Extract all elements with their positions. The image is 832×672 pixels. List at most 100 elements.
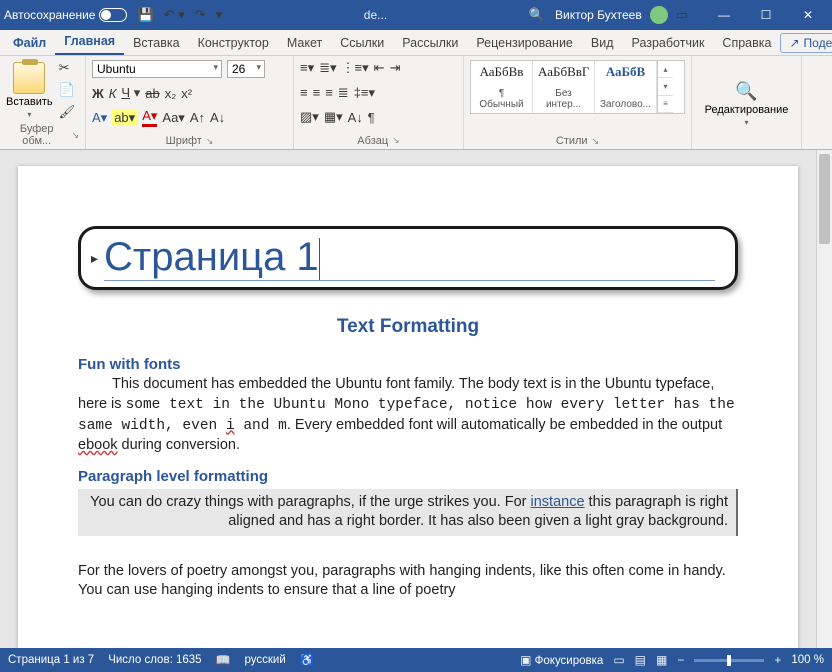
find-icon[interactable]: 🔍 (735, 81, 757, 102)
sort-button[interactable]: A↓ (348, 110, 363, 125)
styles-launcher-icon[interactable]: ↘ (592, 136, 600, 147)
tab-developer[interactable]: Разработчик (623, 31, 714, 55)
collapse-arrow-icon[interactable]: ▸ (91, 250, 98, 267)
para-launcher-icon[interactable]: ↘ (392, 135, 400, 146)
document-area[interactable]: ▸ Страница 1 Text Formatting Fun with fo… (0, 150, 816, 648)
status-page[interactable]: Страница 1 из 7 (8, 654, 94, 666)
focus-mode[interactable]: ▣ Фокусировка (520, 653, 603, 667)
grow-font-button[interactable]: A↑ (190, 110, 205, 125)
inc-indent-button[interactable]: ⇥ (390, 60, 401, 76)
maximize-button[interactable]: ☐ (746, 1, 786, 29)
vertical-scrollbar[interactable] (816, 150, 832, 648)
tab-file[interactable]: Файл (4, 31, 55, 55)
borders-button[interactable]: ▦▾ (324, 109, 343, 125)
paragraph-fonts[interactable]: This document has embedded the Ubuntu fo… (78, 375, 738, 455)
multilevel-button[interactable]: ⋮≡▾ (342, 60, 369, 76)
group-styles: АаБбВв¶ Обычный АаБбВвГБез интер... АаБб… (464, 56, 692, 149)
font-color-button[interactable]: A▾ (142, 108, 157, 127)
tab-layout[interactable]: Макет (278, 31, 331, 55)
tab-insert[interactable]: Вставка (124, 31, 188, 55)
heading-text-formatting[interactable]: Text Formatting (78, 316, 738, 338)
copy-icon[interactable]: 📄 (59, 82, 76, 98)
shading-button[interactable]: ▨▾ (300, 109, 319, 125)
status-words[interactable]: Число слов: 1635 (108, 654, 201, 666)
zoom-value[interactable]: 100 % (791, 654, 824, 666)
document-title: de... (222, 8, 529, 22)
print-layout-icon[interactable]: ▤ (635, 653, 646, 667)
format-painter-icon[interactable]: 🖌 (59, 104, 76, 120)
search-icon[interactable]: 🔍 (529, 7, 545, 23)
font-family-select[interactable]: Ubuntu (92, 60, 222, 78)
status-language[interactable]: русский (245, 654, 286, 666)
font-launcher-icon[interactable]: ↘ (206, 136, 214, 147)
highlight-button[interactable]: ab▾ (112, 110, 137, 126)
align-center-button[interactable]: ≡ (313, 85, 321, 100)
align-right-button[interactable]: ≡ (325, 85, 333, 100)
minimize-button[interactable]: — (704, 1, 744, 29)
zoom-slider[interactable] (694, 659, 764, 662)
tab-design[interactable]: Конструктор (189, 31, 278, 55)
quick-access-toolbar: 💾 ↶ ▾ ↷ ▾ (137, 7, 222, 23)
share-button[interactable]: ↗Поделиться (780, 33, 832, 53)
page-heading[interactable]: Страница 1 (104, 235, 715, 281)
title-heading-box[interactable]: ▸ Страница 1 (78, 226, 738, 290)
web-layout-icon[interactable]: ▦ (656, 653, 667, 667)
page[interactable]: ▸ Страница 1 Text Formatting Fun with fo… (18, 166, 798, 648)
show-marks-button[interactable]: ¶ (368, 110, 375, 125)
tab-references[interactable]: Ссылки (331, 31, 393, 55)
editing-label[interactable]: Редактирование (705, 104, 789, 116)
save-icon[interactable]: 💾 (137, 7, 153, 23)
tab-home[interactable]: Главная (55, 29, 124, 55)
paragraph-gray-box[interactable]: You can do crazy things with paragraphs,… (78, 489, 738, 536)
tab-view[interactable]: Вид (582, 31, 623, 55)
autosave-toggle[interactable]: Автосохранение (4, 8, 127, 22)
justify-button[interactable]: ≣ (338, 85, 349, 101)
subscript-button[interactable]: x₂ (165, 86, 177, 101)
change-case-button[interactable]: Aa▾ (162, 110, 184, 126)
heading-fun-fonts[interactable]: Fun with fonts (78, 356, 738, 373)
heading-para-formatting[interactable]: Paragraph level formatting (78, 468, 738, 485)
style-heading1[interactable]: АаБбВЗаголово... (595, 61, 657, 113)
font-size-select[interactable]: 26 (227, 60, 265, 78)
autosave-label: Автосохранение (4, 8, 95, 22)
ribbon: Вставить ▾ ✂ 📄 🖌 Буфер обм...↘ Ubuntu 26… (0, 56, 832, 150)
dec-indent-button[interactable]: ⇤ (374, 60, 385, 76)
underline-button[interactable]: Ч ▾ (121, 85, 140, 101)
avatar[interactable] (650, 6, 668, 24)
toggle-off-icon[interactable] (99, 8, 127, 22)
bullets-button[interactable]: ≡▾ (300, 60, 314, 76)
paragraph-poetry[interactable]: For the lovers of poetry amongst you, pa… (78, 562, 738, 601)
group-clipboard: Вставить ▾ ✂ 📄 🖌 Буфер обм...↘ (0, 56, 86, 149)
style-normal[interactable]: АаБбВв¶ Обычный (471, 61, 533, 113)
align-left-button[interactable]: ≡ (300, 85, 308, 100)
tab-mailings[interactable]: Рассылки (393, 31, 467, 55)
style-nospacing[interactable]: АаБбВвГБез интер... (533, 61, 595, 113)
title-right: Виктор Бухтеев ▭ — ☐ ✕ (555, 1, 828, 29)
styles-scroll[interactable]: ▴▾≡ (657, 61, 673, 113)
ribbon-tabs: Файл Главная Вставка Конструктор Макет С… (0, 30, 832, 56)
spell-icon[interactable]: 📖 (216, 653, 231, 667)
bold-button[interactable]: Ж (92, 86, 104, 101)
tab-review[interactable]: Рецензирование (467, 31, 582, 55)
scroll-thumb[interactable] (819, 154, 830, 244)
italic-button[interactable]: К (109, 86, 117, 101)
read-mode-icon[interactable]: ▭ (613, 653, 624, 667)
shrink-font-button[interactable]: A↓ (210, 110, 225, 125)
redo-icon[interactable]: ↷ (195, 7, 206, 23)
ribbon-display-icon[interactable]: ▭ (676, 7, 688, 23)
superscript-button[interactable]: x² (181, 86, 192, 101)
close-button[interactable]: ✕ (788, 1, 828, 29)
numbering-button[interactable]: ≣▾ (319, 60, 336, 76)
zoom-in-icon[interactable]: + (774, 653, 781, 667)
accessibility-icon[interactable]: ♿ (300, 653, 315, 667)
zoom-out-icon[interactable]: − (677, 653, 684, 667)
clipboard-launcher-icon[interactable]: ↘ (71, 130, 79, 141)
tab-help[interactable]: Справка (713, 31, 780, 55)
strike-button[interactable]: ab (145, 86, 159, 101)
styles-gallery[interactable]: АаБбВв¶ Обычный АаБбВвГБез интер... АаБб… (470, 60, 685, 114)
undo-icon[interactable]: ↶ ▾ (164, 7, 185, 23)
paste-button[interactable]: Вставить ▾ (6, 62, 53, 119)
text-effects-button[interactable]: A▾ (92, 110, 107, 126)
line-spacing-button[interactable]: ‡≡▾ (354, 85, 375, 101)
cut-icon[interactable]: ✂ (59, 60, 76, 76)
